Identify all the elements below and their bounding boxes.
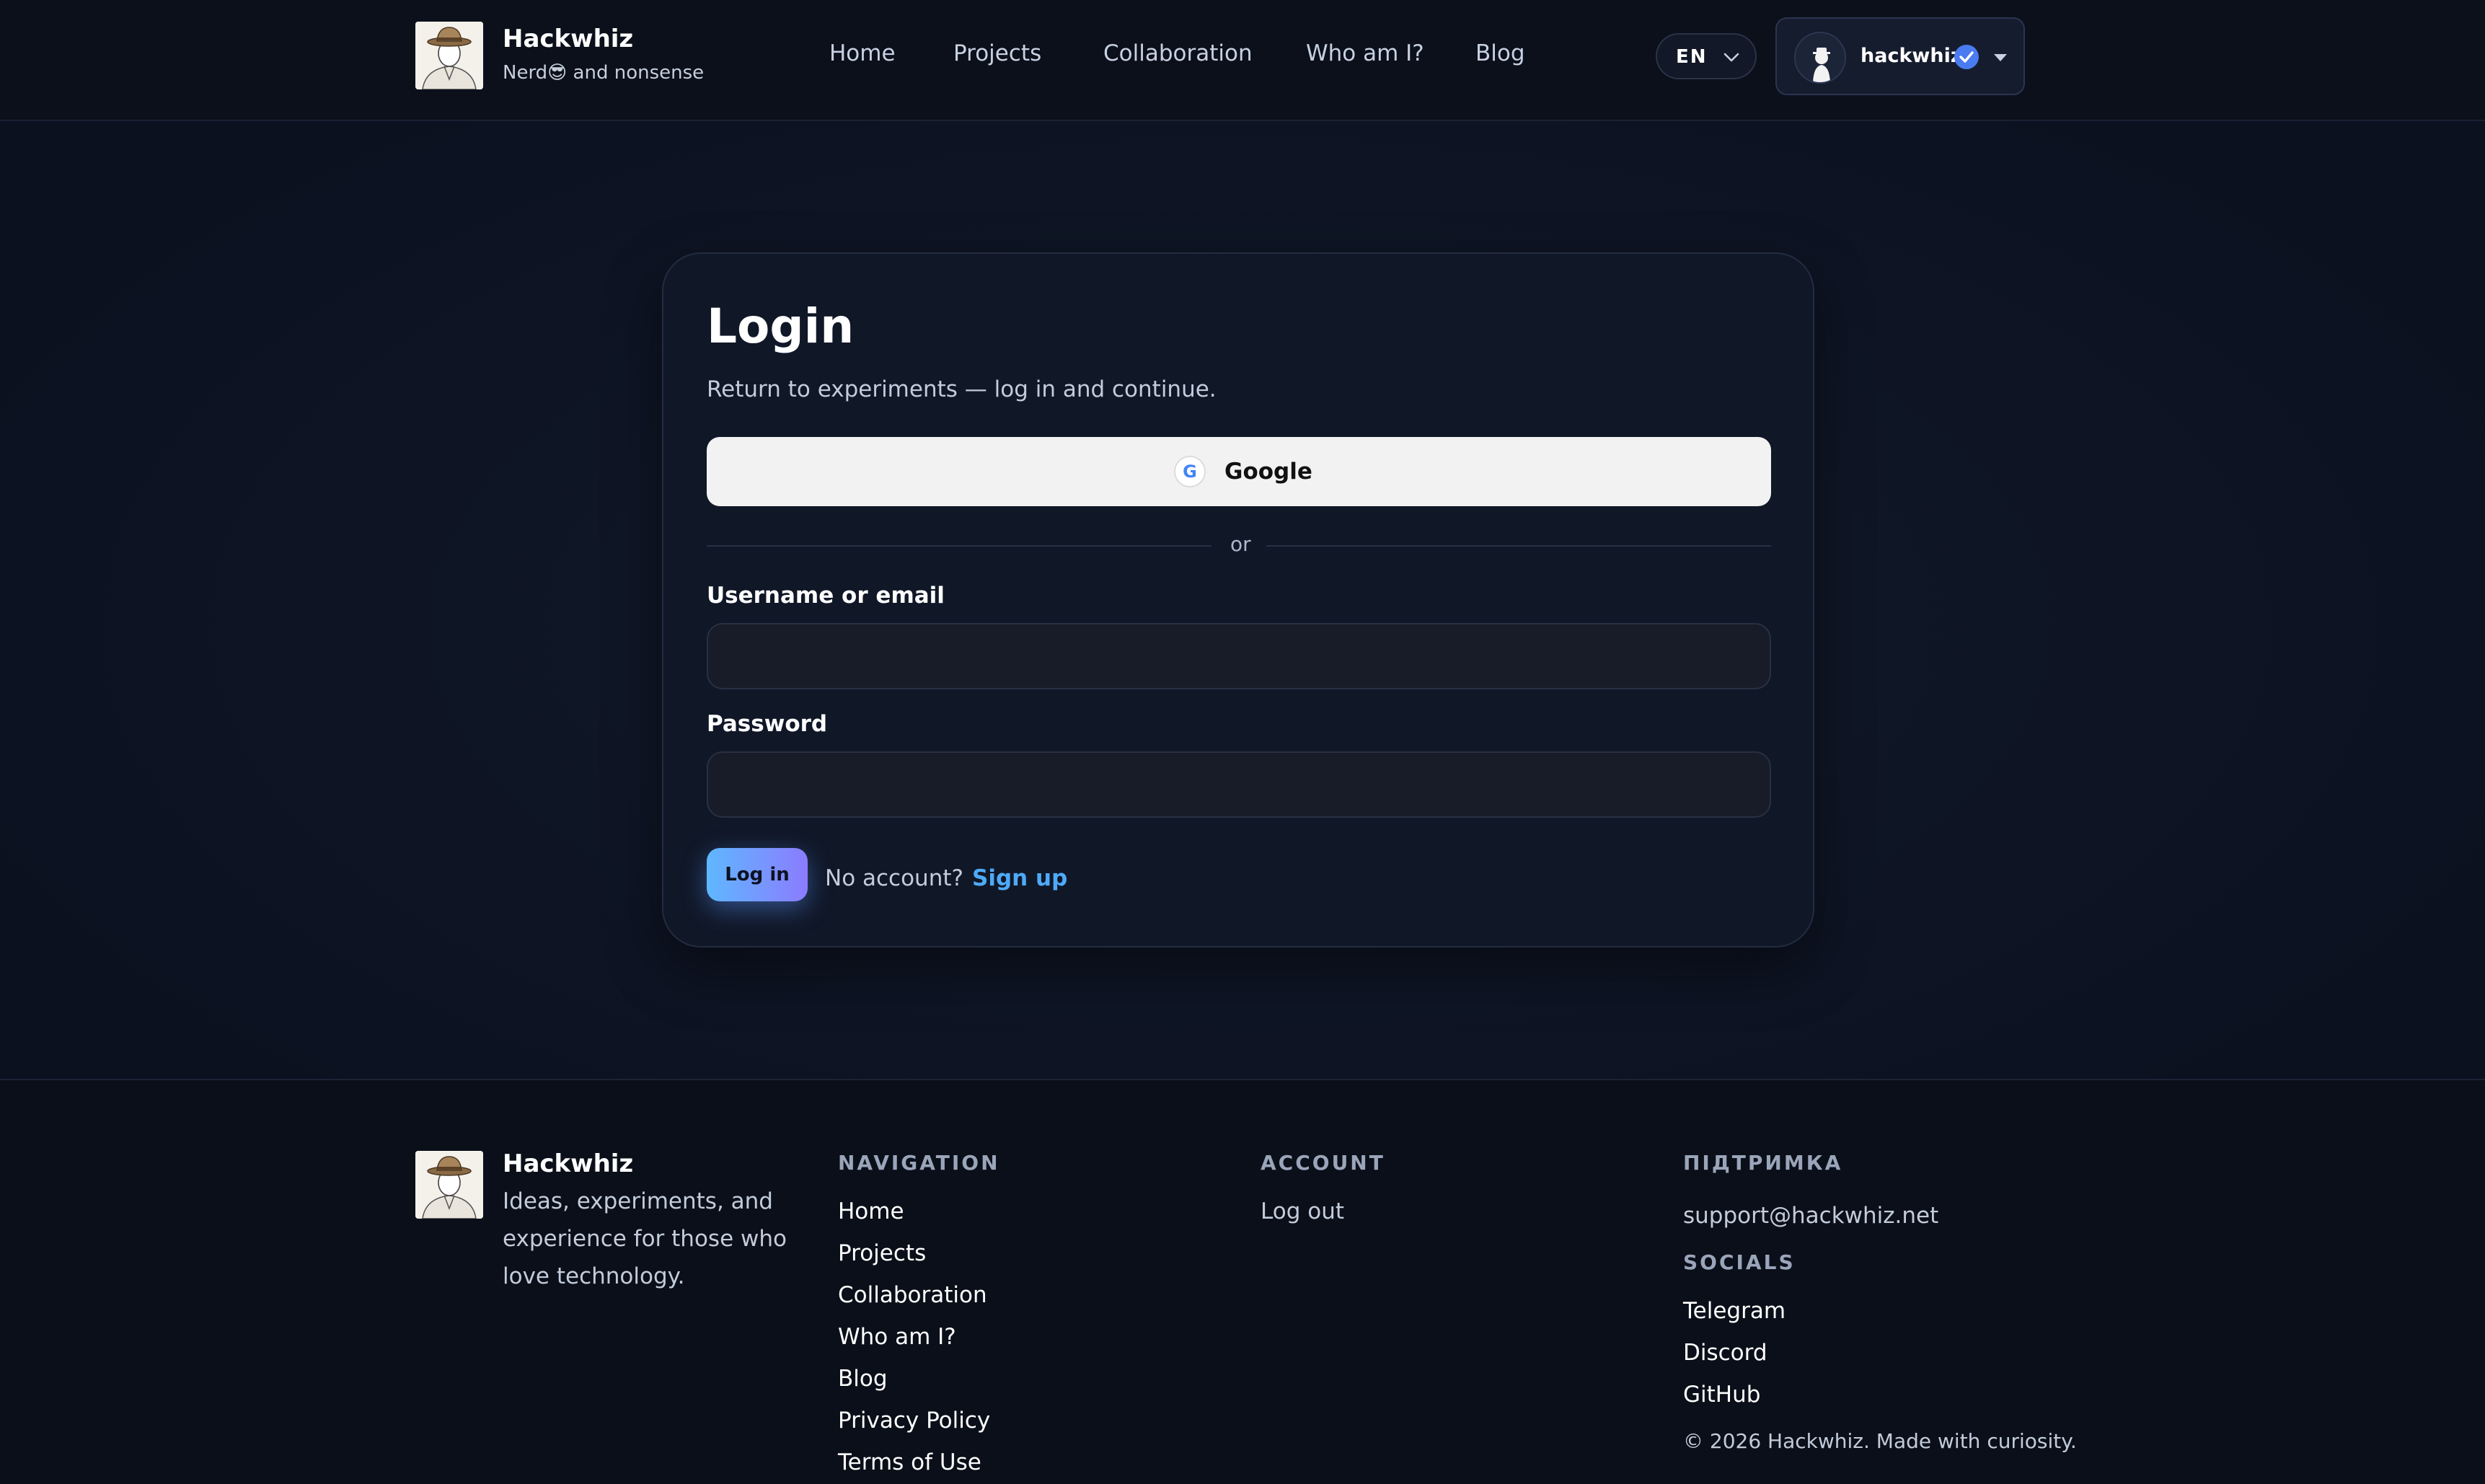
footer-account-heading: ACCOUNT: [1261, 1151, 1385, 1175]
user-name: hackwhiz: [1861, 45, 1962, 67]
language-selector[interactable]: EN: [1656, 33, 1757, 79]
footer-support-heading: ПІДТРИМКА: [1683, 1151, 1843, 1175]
footer-link-github[interactable]: GitHub: [1683, 1382, 1760, 1408]
user-menu[interactable]: hackwhiz: [1775, 17, 2025, 95]
avatar: [1794, 32, 1846, 84]
footer-brand-name: Hackwhiz: [503, 1149, 634, 1178]
footer-link-who-am-i[interactable]: Who am I?: [838, 1324, 956, 1350]
page-title: Login: [707, 299, 855, 354]
login-subtitle: Return to experiments — log in and conti…: [707, 376, 1217, 402]
footer-link-collaboration[interactable]: Collaboration: [838, 1282, 987, 1308]
hackwhiz-logo-icon: [415, 1151, 483, 1219]
google-login-button[interactable]: G Google: [707, 437, 1771, 506]
chevron-down-icon: [1722, 49, 1741, 65]
footer-navigation-heading: NAVIGATION: [838, 1151, 1000, 1175]
google-icon: G: [1174, 456, 1206, 487]
footer-link-discord[interactable]: Discord: [1683, 1340, 1767, 1366]
footer-link-terms-of-use[interactable]: Terms of Use: [838, 1449, 981, 1475]
main-nav: Home Projects Collaboration Who am I? Bl…: [0, 40, 2485, 72]
google-button-label: Google: [1224, 459, 1312, 485]
caret-down-icon: [1992, 52, 2009, 63]
language-label: EN: [1676, 46, 1708, 68]
footer-description: Ideas, experiments, and experience for t…: [503, 1188, 787, 1289]
password-label: Password: [707, 711, 828, 737]
footer-socials-heading: SOCIALS: [1683, 1250, 1796, 1274]
nav-projects[interactable]: Projects: [953, 40, 1041, 66]
divider-text: or: [1230, 532, 1251, 556]
nav-blog[interactable]: Blog: [1475, 40, 1525, 66]
divider-line: [707, 545, 1211, 547]
divider-line: [1266, 545, 1771, 547]
login-card: Login Return to experiments — log in and…: [662, 252, 1814, 948]
site-footer: Hackwhiz Ideas, experiments, and experie…: [0, 1079, 2485, 1484]
username-input[interactable]: [707, 623, 1771, 689]
signup-link[interactable]: Sign up: [972, 865, 1067, 891]
username-label: Username or email: [707, 583, 945, 609]
google-icon-letter: G: [1183, 461, 1197, 482]
password-input[interactable]: [707, 751, 1771, 818]
footer-link-privacy-policy[interactable]: Privacy Policy: [838, 1408, 990, 1434]
verified-badge-icon: [1953, 43, 1980, 71]
footer-link-home[interactable]: Home: [838, 1198, 904, 1224]
nav-who-am-i[interactable]: Who am I?: [1306, 40, 1424, 66]
footer-link-log-out[interactable]: Log out: [1261, 1198, 1344, 1224]
nav-home[interactable]: Home: [829, 40, 896, 66]
site-header: Hackwhiz Nerd😎 and nonsense Home Project…: [0, 0, 2485, 121]
footer-link-projects[interactable]: Projects: [838, 1240, 926, 1266]
footer-link-telegram[interactable]: Telegram: [1683, 1298, 1786, 1324]
footer-support-email[interactable]: support@hackwhiz.net: [1683, 1203, 1938, 1229]
footer-copyright: © 2026 Hackwhiz. Made with curiosity.: [1683, 1429, 2077, 1453]
no-account-text: No account?: [825, 865, 963, 891]
nav-collaboration[interactable]: Collaboration: [1103, 40, 1253, 66]
footer-link-blog[interactable]: Blog: [838, 1366, 888, 1392]
login-button[interactable]: Log in: [707, 848, 808, 901]
